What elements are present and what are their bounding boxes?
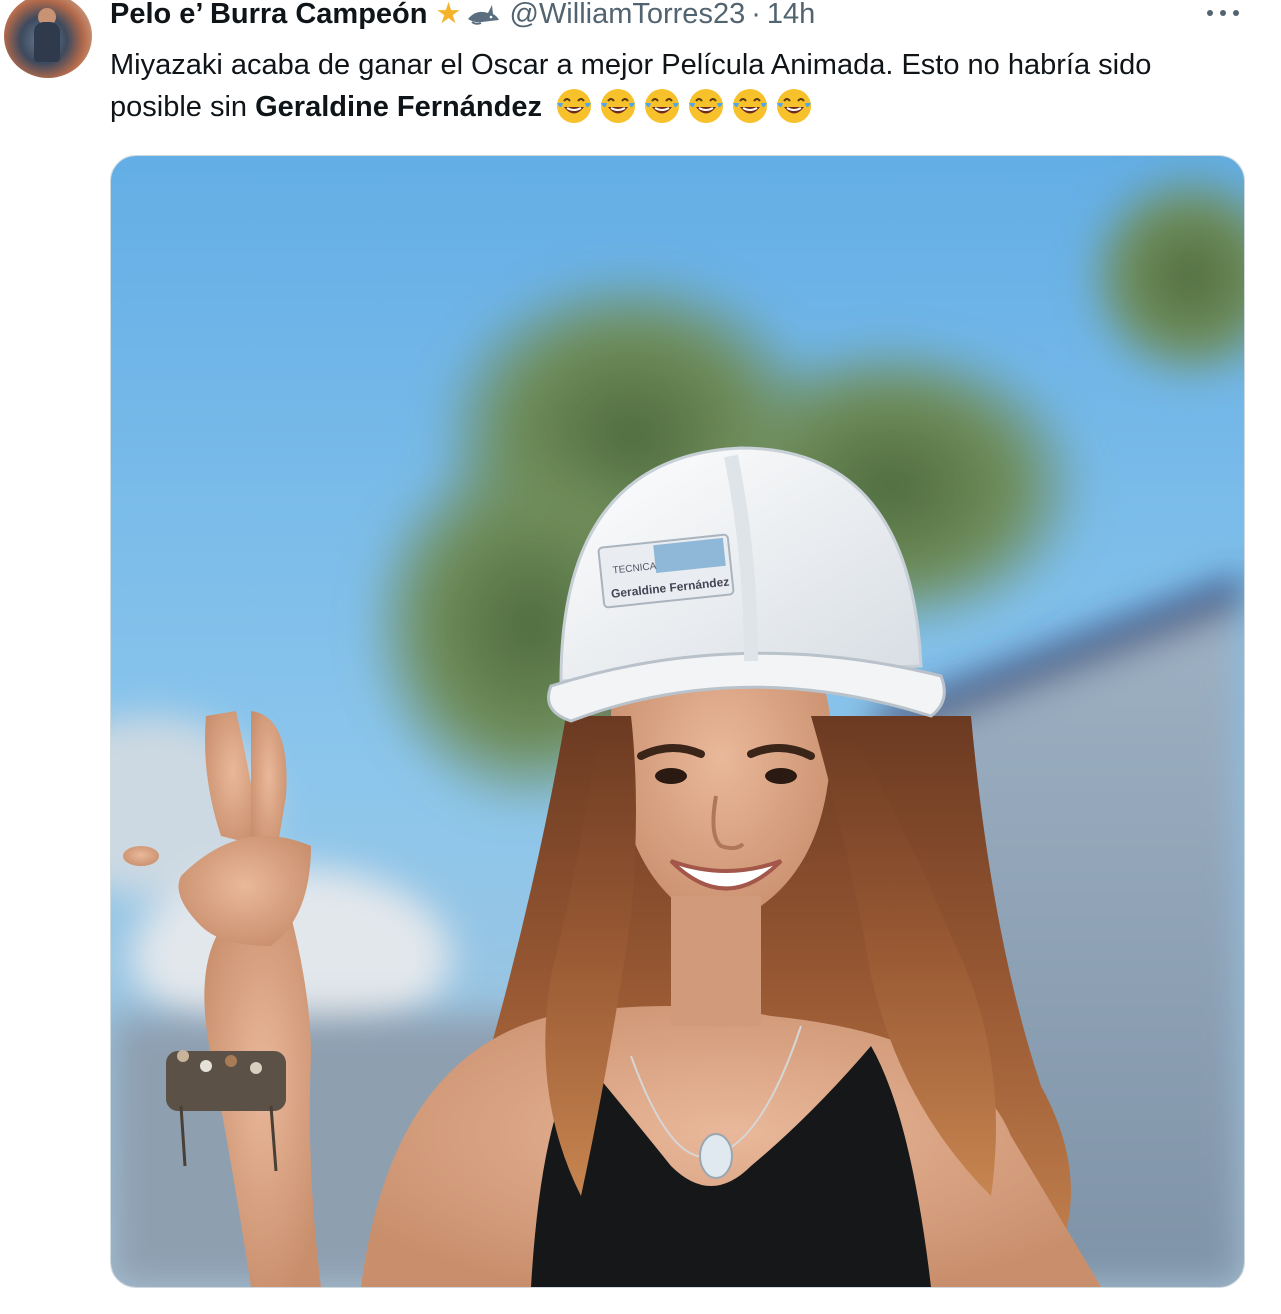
tears-of-joy-emoji [645, 89, 680, 123]
tweet-header: Pelo e’ Burra Campeón ★ @WilliamTorres23… [110, 0, 815, 34]
author-name[interactable]: Pelo e’ Burra Campeón [110, 0, 428, 31]
star-icon: ★ [435, 0, 462, 30]
tweet-photo[interactable]: TECNICA Geraldine Fernández [110, 155, 1245, 1288]
tears-of-joy-emoji [777, 89, 812, 123]
tweet-timestamp[interactable]: 14h [767, 0, 815, 31]
tweet-text: Miyazaki acaba de ganar el Oscar a mejor… [110, 44, 1250, 128]
author-handle[interactable]: @WilliamTorres23 [510, 0, 746, 31]
tears-of-joy-emoji [689, 89, 724, 123]
separator-dot: · [751, 0, 761, 30]
emoji-row [550, 89, 814, 123]
avatar-figure [34, 22, 60, 62]
tears-of-joy-emoji [601, 89, 636, 123]
tweet[interactable]: Pelo e’ Burra Campeón ★ @WilliamTorres23… [0, 0, 1281, 1314]
shark-icon [467, 5, 499, 25]
tears-of-joy-emoji [557, 89, 592, 123]
tears-of-joy-emoji [733, 89, 768, 123]
author-avatar[interactable] [4, 0, 92, 78]
photo-illustration: TECNICA Geraldine Fernández [111, 156, 1244, 1287]
tweet-text-bold-name: Geraldine Fernández [255, 91, 542, 123]
more-options-icon[interactable] [1203, 0, 1243, 24]
